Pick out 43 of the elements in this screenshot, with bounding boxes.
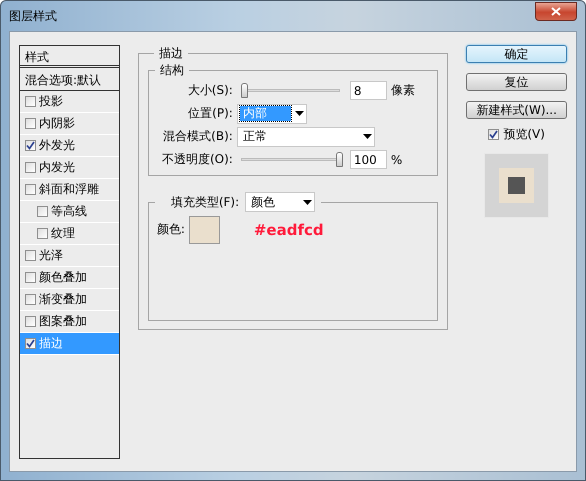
- field-label: 不透明度(O):: [160, 151, 233, 168]
- unit-label: 像素: [390, 82, 415, 99]
- group-title: 描边: [158, 45, 184, 62]
- dropdown-arrow-icon: [362, 134, 372, 139]
- checkbox[interactable]: [488, 129, 500, 140]
- close-button[interactable]: [535, 2, 577, 20]
- checkbox[interactable]: [25, 162, 36, 173]
- group-title: 结构: [158, 62, 185, 79]
- stroke-preview-icon: [499, 168, 534, 203]
- number-field[interactable]: 100: [350, 150, 387, 169]
- checkbox[interactable]: [37, 228, 48, 239]
- checkbox[interactable]: [25, 272, 36, 283]
- list-header: 样式: [20, 46, 119, 68]
- field-label: 位置(P):: [187, 105, 233, 122]
- dropdown-arrow-icon: [303, 200, 312, 204]
- color-swatch[interactable]: [188, 216, 220, 244]
- checkbox[interactable]: [25, 338, 36, 349]
- checkbox[interactable]: [25, 96, 36, 107]
- checkbox-label: 预览(V): [503, 126, 545, 143]
- dropdown[interactable]: 正常: [236, 126, 375, 146]
- dialog-button[interactable]: 复位: [466, 73, 567, 91]
- unit-label: %: [390, 152, 402, 166]
- annotation-text: #eadfcd: [254, 220, 324, 238]
- checkbox[interactable]: [37, 206, 48, 217]
- dialog-button[interactable]: 确定: [466, 45, 567, 63]
- field-label: 混合模式(B):: [162, 128, 233, 145]
- number-field[interactable]: 8: [350, 81, 387, 100]
- dialog-button[interactable]: 新建样式(W)...: [466, 101, 567, 119]
- dropdown[interactable]: 颜色: [245, 192, 316, 212]
- checkbox[interactable]: [25, 316, 36, 327]
- checkbox[interactable]: [25, 118, 36, 129]
- checkbox[interactable]: [25, 250, 36, 261]
- field-label: 填充类型(F):: [170, 194, 240, 210]
- window-title: 图层样式: [9, 8, 57, 24]
- close-icon: [551, 6, 561, 16]
- checkbox[interactable]: [25, 140, 36, 151]
- slider-thumb[interactable]: [240, 83, 248, 98]
- checkbox[interactable]: [25, 184, 36, 195]
- field-label: 大小(S):: [186, 82, 233, 99]
- dropdown-arrow-icon: [294, 111, 304, 116]
- checkbox[interactable]: [25, 294, 36, 305]
- slider-thumb[interactable]: [336, 152, 343, 167]
- field-label: 颜色:: [156, 221, 185, 238]
